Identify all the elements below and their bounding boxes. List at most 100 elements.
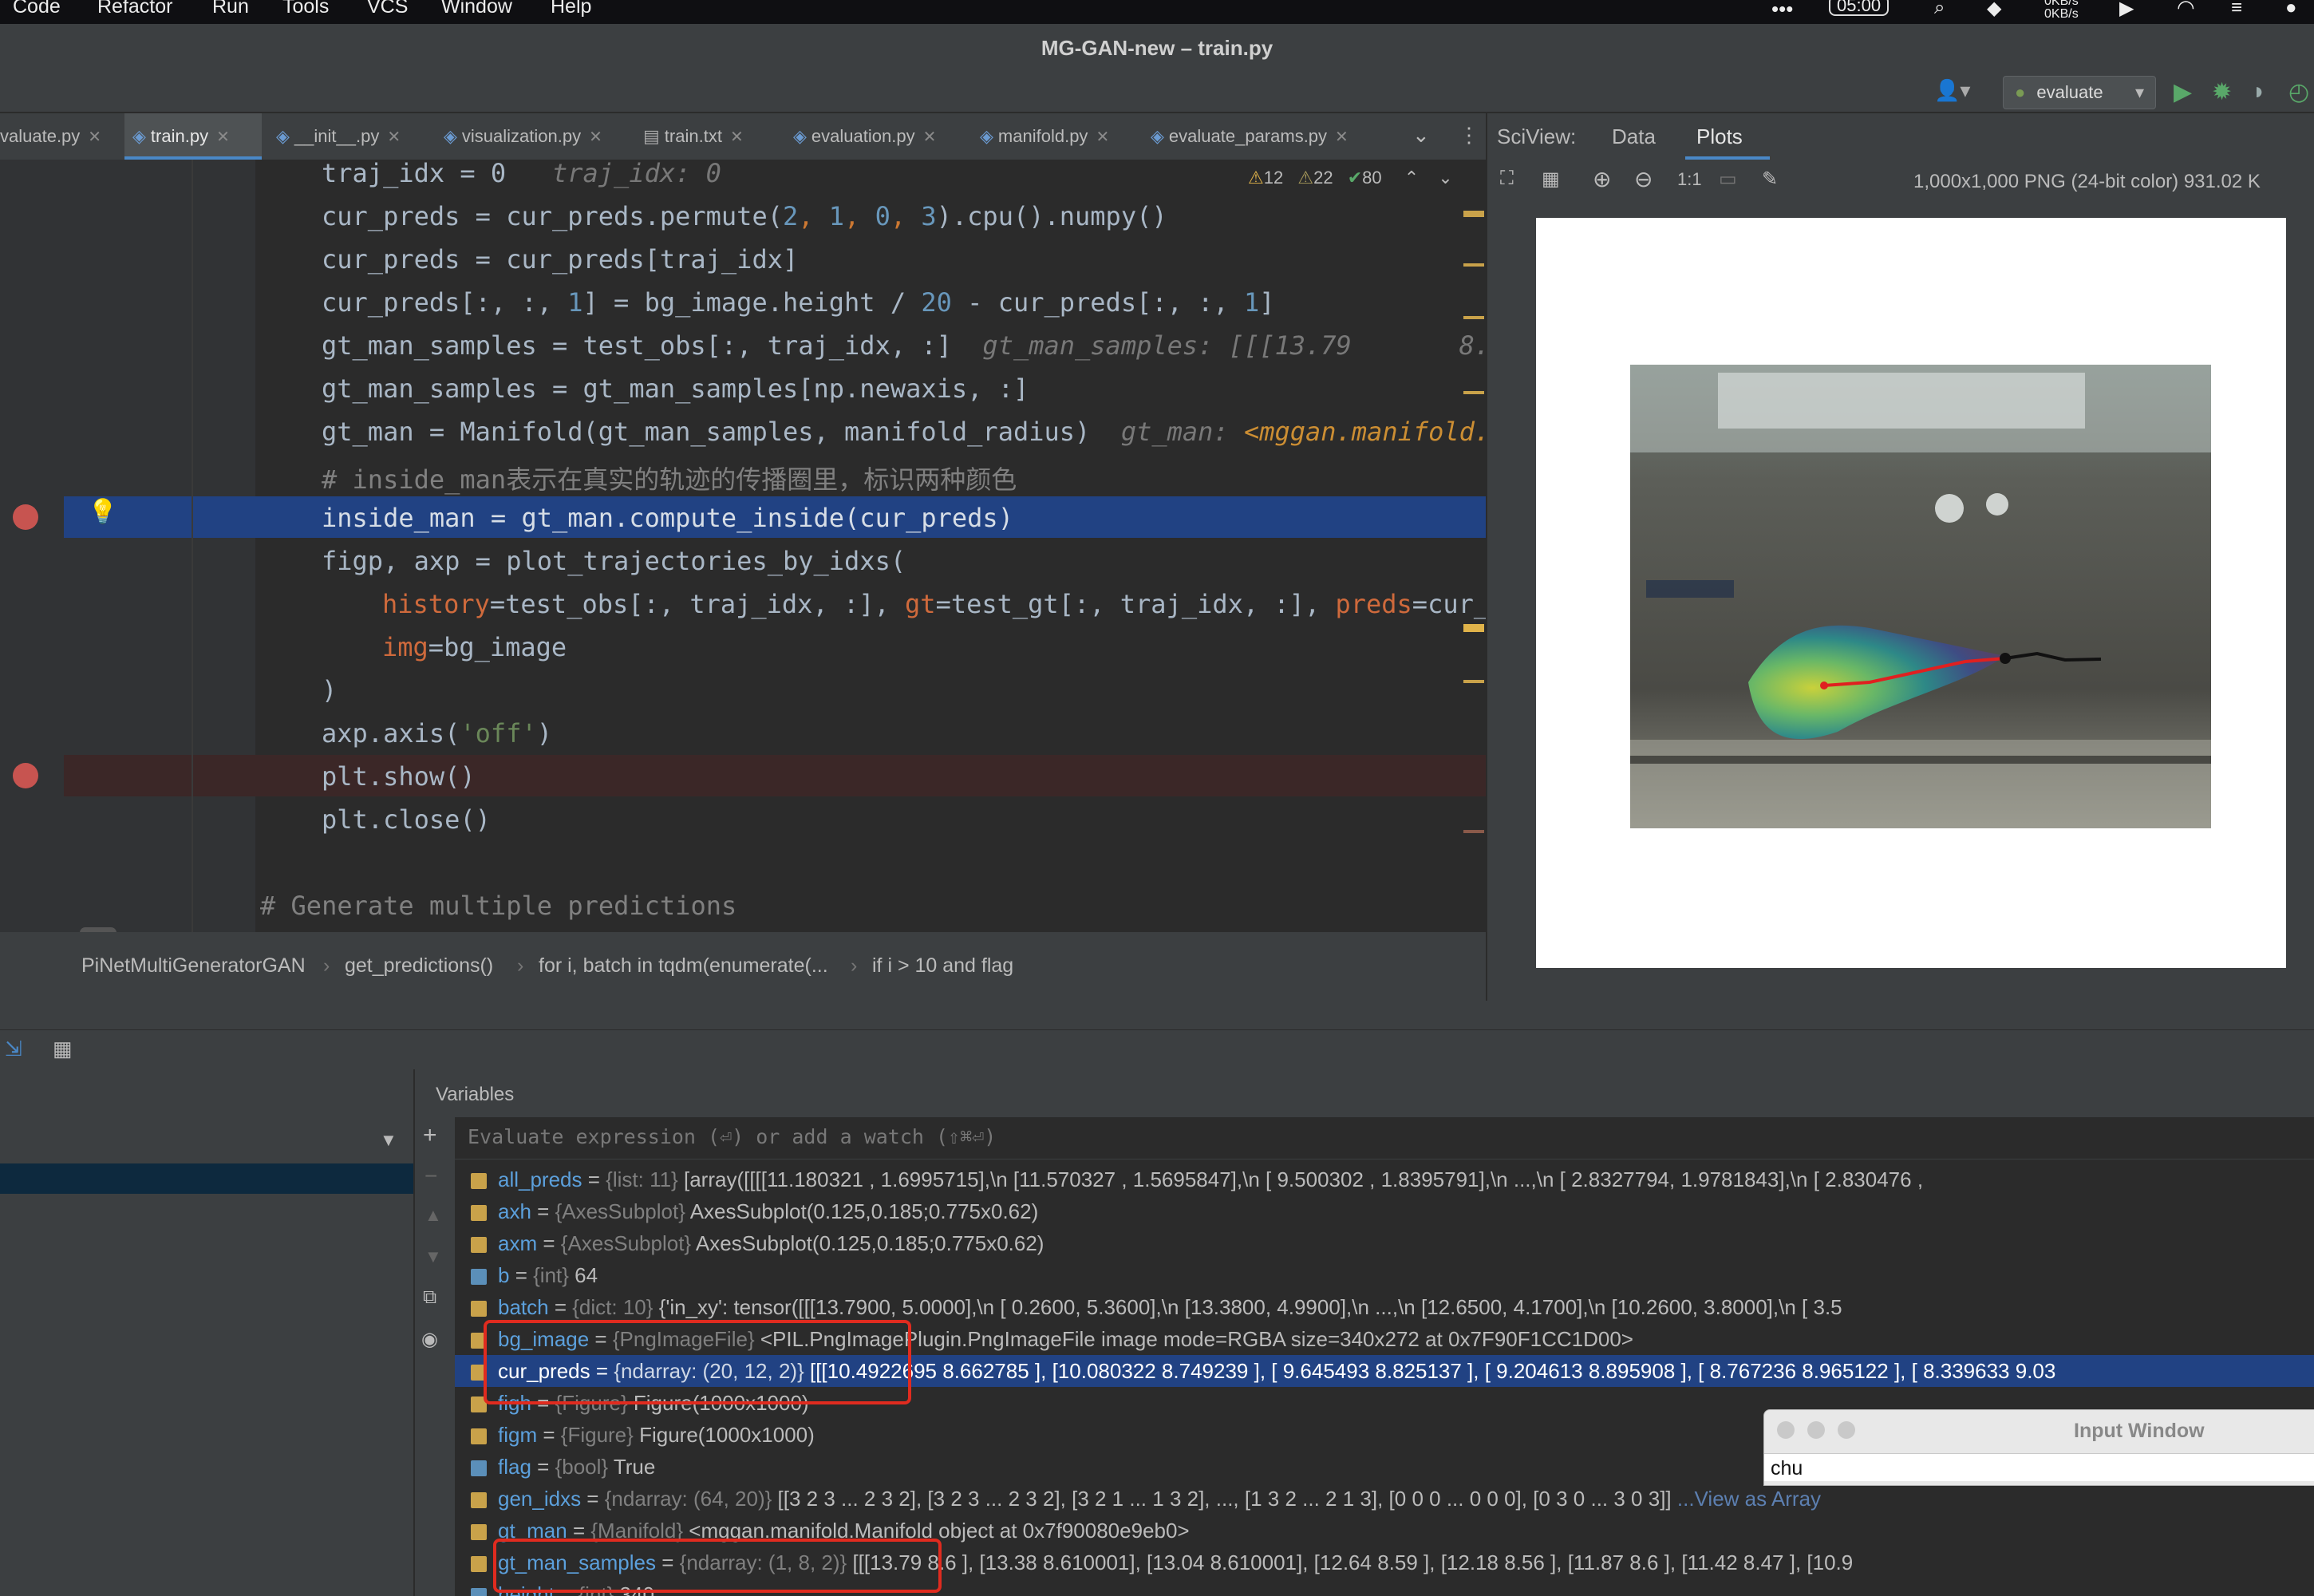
code-line-comment: # inside_man表示在真实的轨迹的传播圈里，标识两种颜色: [322, 464, 1017, 495]
breadcrumb-condition[interactable]: if i > 10 and flag: [872, 954, 1013, 978]
breadcrumb-loop[interactable]: for i, batch in tqdm(enumerate(...: [539, 954, 828, 978]
tab-evaluate[interactable]: valuate.py ✕: [0, 113, 118, 160]
menu-run[interactable]: Run: [212, 0, 249, 18]
remove-watch-icon[interactable]: −: [424, 1163, 437, 1189]
close-icon[interactable]: ✕: [387, 128, 401, 146]
warning-icon: ⚠: [1248, 168, 1264, 188]
tab-train-txt[interactable]: ▤ train.txt ✕: [638, 113, 774, 160]
indent-guide: [192, 160, 193, 932]
annotation-box: [484, 1320, 911, 1404]
breakpoint-icon[interactable]: [13, 504, 38, 530]
tab-init[interactable]: ◈ __init__.py ✕: [271, 113, 423, 160]
background-icon[interactable]: ▭: [1719, 168, 1737, 191]
image-info: 1,000x1,000 PNG (24-bit color) 931.02 K: [1913, 171, 2261, 192]
breadcrumb-class[interactable]: PiNetMultiGeneratorGAN: [81, 954, 306, 978]
more-icon[interactable]: •••: [1771, 0, 1793, 22]
tab-evaluation[interactable]: ◈ evaluation.py ✕: [788, 113, 956, 160]
tabs-menu-icon[interactable]: ⋮: [1459, 123, 1479, 148]
search-icon[interactable]: ⌕: [1934, 0, 1945, 19]
wifi-icon[interactable]: ◠: [2177, 0, 2195, 20]
close-icon[interactable]: ✕: [88, 128, 101, 146]
stripe-marker[interactable]: [1463, 680, 1484, 683]
eye-icon[interactable]: ◉: [421, 1328, 438, 1351]
object-icon: [471, 1524, 487, 1541]
tab-data[interactable]: Data: [1612, 124, 1656, 149]
variable-row[interactable]: axm = {AxesSubplot} AxesSubplot(0.125,0.…: [455, 1227, 2314, 1259]
actual-size-button[interactable]: 1:1: [1677, 169, 1702, 190]
minimize-window-button[interactable]: [1807, 1421, 1825, 1439]
close-icon[interactable]: ✕: [923, 128, 937, 146]
breadcrumb-method[interactable]: get_predictions(): [345, 954, 493, 978]
stripe-marker[interactable]: [1463, 316, 1484, 319]
vcs-user-icon[interactable]: 👤▾: [1934, 78, 1970, 103]
color-picker-icon[interactable]: ✎: [1762, 168, 1778, 191]
list-icon: [471, 1173, 487, 1190]
run-config-select[interactable]: ● evaluate ▾: [2003, 76, 2156, 109]
code-line-11: history=test_obs[:, traj_idx, :], gt=tes…: [382, 589, 1486, 619]
coverage-icon[interactable]: ◗: [2252, 78, 2266, 105]
table-icon[interactable]: ▦: [53, 1037, 73, 1061]
debug-icon[interactable]: ✹: [2212, 78, 2232, 106]
stripe-marker[interactable]: [1463, 830, 1484, 833]
view-as-array-link[interactable]: ...View as Array: [1677, 1487, 1821, 1511]
tab-plots[interactable]: Plots: [1696, 124, 1743, 149]
breadcrumb: PiNetMultiGeneratorGAN › get_predictions…: [0, 932, 1486, 1001]
close-icon[interactable]: ✕: [730, 128, 744, 146]
chevron-down-icon[interactable]: ⌄: [1438, 168, 1452, 188]
close-icon[interactable]: ✕: [1335, 128, 1349, 146]
variable-row[interactable]: all_preds = {list: 11} [array([[[[11.180…: [455, 1163, 2314, 1195]
stripe-marker[interactable]: [1463, 391, 1484, 394]
chevron-down-icon[interactable]: ▼: [380, 1130, 397, 1151]
breakpoint-icon[interactable]: [13, 763, 38, 788]
profile-icon[interactable]: ◴: [2288, 78, 2309, 106]
tab-manifold[interactable]: ◈ manifold.py ✕: [975, 113, 1127, 160]
user-icon[interactable]: ●: [2285, 0, 2297, 19]
control-center-icon[interactable]: ≡: [2231, 0, 2242, 19]
variable-row[interactable]: batch = {dict: 10} {'in_xy': tensor([[[1…: [455, 1291, 2314, 1323]
variable-row[interactable]: gen_idxs = {ndarray: (64, 20)} [[3 2 3 .…: [455, 1483, 2314, 1515]
chevron-down-icon: ▾: [2134, 82, 2144, 102]
object-icon: [471, 1237, 487, 1254]
move-up-icon[interactable]: ▲: [424, 1205, 442, 1226]
tabs-dropdown-icon[interactable]: ⌄: [1412, 123, 1430, 148]
python-file-icon: ◈: [444, 126, 457, 146]
fit-icon[interactable]: ⛶: [1500, 168, 1514, 190]
add-watch-icon[interactable]: +: [423, 1122, 437, 1149]
tab-train[interactable]: ◈ train.py ✕: [124, 113, 262, 160]
selected-frame[interactable]: [0, 1163, 413, 1194]
menu-tools[interactable]: Tools: [282, 0, 329, 18]
input-window-field[interactable]: chu: [1764, 1453, 2314, 1481]
close-window-button[interactable]: [1777, 1421, 1795, 1439]
menu-refactor[interactable]: Refactor: [97, 0, 172, 18]
close-icon[interactable]: ✕: [589, 128, 602, 146]
zoom-in-icon[interactable]: ⊕: [1593, 166, 1611, 192]
zoom-window-button[interactable]: [1838, 1421, 1855, 1439]
chevron-up-icon[interactable]: ⌃: [1404, 168, 1419, 188]
menu-code[interactable]: Code: [13, 0, 61, 18]
stripe-marker[interactable]: [1463, 211, 1484, 217]
inspections-widget[interactable]: ⚠12 ⚠22 ✔80 ⌃ ⌄: [1248, 168, 1453, 188]
lightbulb-icon[interactable]: 💡: [88, 498, 117, 526]
move-down-icon[interactable]: ▼: [424, 1246, 442, 1267]
variable-row[interactable]: b = {int} 64: [455, 1259, 2314, 1291]
close-icon[interactable]: ✕: [1096, 128, 1109, 146]
grid-icon[interactable]: ▦: [1542, 168, 1560, 191]
zoom-out-icon[interactable]: ⊖: [1634, 166, 1653, 192]
copy-icon[interactable]: ⧉: [423, 1286, 436, 1309]
variable-row[interactable]: axh = {AxesSubplot} AxesSubplot(0.125,0.…: [455, 1195, 2314, 1227]
stripe-marker[interactable]: [1463, 263, 1484, 267]
play-icon[interactable]: ▶: [2119, 0, 2134, 20]
editor-gutter: [0, 160, 255, 932]
close-icon[interactable]: ✕: [216, 128, 230, 146]
run-icon[interactable]: ▶: [2174, 78, 2192, 106]
menu-window[interactable]: Window: [441, 0, 512, 18]
evaluate-expression-input[interactable]: Evaluate expression (⏎) or add a watch (…: [455, 1117, 2314, 1159]
menu-help[interactable]: Help: [551, 0, 591, 18]
menu-vcs[interactable]: VCS: [367, 0, 408, 18]
annotation-box: [493, 1539, 942, 1593]
step-icon[interactable]: ⇲: [5, 1037, 22, 1061]
stripe-marker[interactable]: [1463, 624, 1484, 632]
bell-icon[interactable]: ◆: [1987, 0, 2001, 20]
tab-evaluate-params[interactable]: ◈ evaluate_params.py ✕: [1146, 113, 1369, 160]
tab-visualization[interactable]: ◈ visualization.py ✕: [439, 113, 622, 160]
